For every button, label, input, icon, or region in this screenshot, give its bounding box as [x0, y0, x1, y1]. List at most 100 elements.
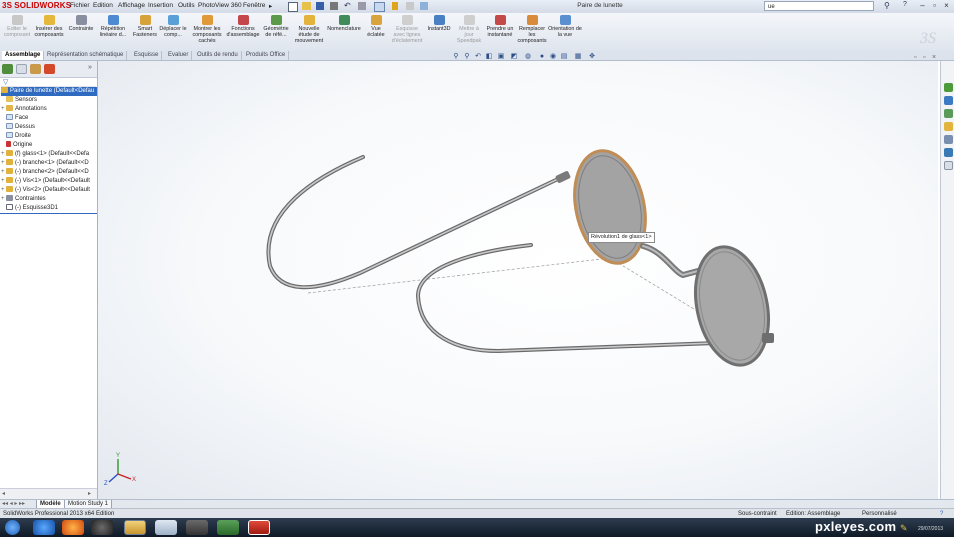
tree-item-esquisse3d1[interactable]: (-) Esquisse3D1 — [1, 204, 97, 213]
explode-line-sketch-button[interactable]: Esquisse avec lignes d'éclatement — [390, 15, 424, 44]
feature-manager-tab-icon[interactable] — [2, 64, 13, 74]
assembly-features-button[interactable]: Fonctions d'assemblage — [226, 15, 260, 38]
appearance-tab-icon[interactable] — [44, 64, 55, 74]
tree-item-dessus[interactable]: Dessus — [1, 123, 97, 132]
menu-edition[interactable]: Edition — [93, 2, 113, 9]
tree-item-glass-1[interactable]: + (f) glass<1> (Default<<Defa — [1, 150, 97, 159]
close-icon[interactable]: × — [941, 1, 952, 11]
tab-outils-de-rendu[interactable]: Outils de rendu — [194, 51, 242, 60]
new-motion-study-button[interactable]: Nouvelle étude de mouvement — [292, 15, 326, 44]
tree-item-annotations[interactable]: + Annotations — [1, 105, 97, 114]
view-orientation-button[interactable]: Orientation de la vue — [548, 15, 582, 38]
tree-item-face[interactable]: Face — [1, 114, 97, 123]
app-logo[interactable]: 3S SOLIDWORKS — [2, 1, 71, 12]
smart-fasteners-button[interactable]: Smart Fasteners — [130, 15, 160, 38]
mate-button[interactable]: Contrainte — [66, 15, 96, 32]
edit-appearance-icon[interactable]: ● — [538, 53, 546, 61]
scroll-right-icon[interactable]: ▸ — [88, 490, 91, 497]
property-manager-tab-icon[interactable] — [16, 64, 27, 74]
zoom-to-fit-icon[interactable]: ⚲ — [452, 53, 460, 61]
tree-item-sensors[interactable]: Sensors — [1, 96, 97, 105]
tree-item-vis-2[interactable]: + (-) Vis<2> (Default<<Default — [1, 186, 97, 195]
hide-show-items-icon[interactable]: ◍ — [524, 53, 532, 61]
show-hidden-components-button[interactable]: Montrer les composants cachés — [190, 15, 224, 44]
view-orientation-icon[interactable]: ▣ — [497, 53, 505, 61]
tab-representation-schematique[interactable]: Représentation schématique — [44, 51, 128, 60]
viewport-minimize-icon[interactable]: ▫ — [914, 54, 916, 61]
apply-scene-icon[interactable]: ◉ — [549, 53, 557, 61]
menu-more-icon[interactable]: ▸ — [269, 2, 272, 10]
viewport-restore-icon[interactable]: ▫ — [923, 54, 925, 61]
replace-components-button[interactable]: Remplacer les composants — [516, 15, 548, 44]
menu-insertion[interactable]: Insertion — [148, 2, 173, 9]
view-palette-icon[interactable] — [944, 135, 953, 144]
edit-component-button[interactable]: Editer le composant — [2, 15, 32, 38]
search-results-icon[interactable] — [944, 122, 953, 131]
tab-esquisse[interactable]: Esquisse — [131, 51, 163, 60]
lens-left[interactable] — [565, 144, 655, 270]
move-component-button[interactable]: Déplacer le comp... — [158, 15, 188, 38]
select-icon[interactable] — [358, 2, 366, 10]
menu-photoview[interactable]: PhotoView 360 — [198, 2, 242, 9]
minimize-icon[interactable]: – — [917, 1, 928, 11]
viewport-close-icon[interactable]: × — [932, 54, 936, 61]
insert-components-button[interactable]: Insérer des composants — [32, 15, 66, 38]
temple-arm-back[interactable] — [266, 155, 560, 290]
hinge-left[interactable] — [555, 170, 571, 183]
start-button-icon[interactable] — [5, 520, 20, 535]
bill-of-materials-button[interactable]: Nomenclature — [326, 15, 362, 32]
previous-view-icon[interactable]: ↶ — [474, 53, 482, 61]
take-snapshot-button[interactable]: Prendre un instantané — [484, 15, 516, 38]
open-folder-icon[interactable] — [302, 2, 311, 10]
file-properties-icon[interactable] — [406, 2, 414, 10]
panel-expand-icon[interactable]: » — [88, 64, 92, 71]
hinge-right[interactable] — [762, 333, 774, 343]
new-document-icon[interactable] — [288, 2, 298, 12]
reference-geometry-button[interactable]: Géométrie de réfé... — [260, 15, 292, 38]
save-icon[interactable] — [316, 2, 324, 10]
instant3d-button[interactable]: Instant3D — [424, 15, 454, 32]
file-explorer-icon[interactable] — [944, 109, 953, 118]
media-player-icon[interactable] — [91, 520, 113, 535]
render-tools-icon[interactable]: ▦ — [574, 53, 582, 61]
system-clock[interactable]: 29/07/2013 — [918, 526, 943, 532]
internet-explorer-icon[interactable] — [33, 520, 55, 535]
exploded-view-button[interactable]: Vue éclatée — [362, 15, 390, 38]
solidworks-taskbar-icon[interactable] — [248, 520, 270, 535]
app-taskbar-icon[interactable] — [217, 520, 239, 535]
tree-root-item[interactable]: Paire de lunette (Default<Defau — [1, 87, 97, 96]
menu-outils[interactable]: Outils — [178, 2, 195, 9]
display-style-icon[interactable]: ◩ — [510, 53, 518, 61]
menu-fenetre[interactable]: Fenêtre — [243, 2, 265, 9]
lens-right[interactable] — [685, 240, 778, 372]
options-icon[interactable] — [420, 2, 428, 10]
rollback-bar[interactable] — [0, 213, 97, 214]
view-settings-icon[interactable]: ▤ — [560, 53, 568, 61]
scroll-left-icon[interactable]: ◂ — [2, 490, 5, 497]
menu-fichier[interactable]: Fichier — [70, 2, 90, 9]
search-input[interactable]: ue — [764, 1, 874, 11]
game-taskbar-icon[interactable] — [186, 520, 208, 535]
traffic-light-icon[interactable] — [392, 2, 398, 10]
tab-evaluer[interactable]: Evaluer — [165, 51, 193, 60]
tab-produits-office[interactable]: Produits Office — [243, 51, 290, 60]
panel-horizontal-scrollbar[interactable]: ◂ ▸ — [0, 488, 97, 499]
glasses-model[interactable]: Y X Z — [98, 61, 938, 499]
file-explorer-taskbar-icon[interactable] — [124, 520, 146, 535]
restore-icon[interactable]: ▫ — [929, 1, 940, 11]
section-view-icon[interactable]: ◧ — [485, 53, 493, 61]
firefox-icon[interactable] — [62, 520, 84, 535]
graphics-viewport[interactable]: Y X Z — [98, 61, 938, 499]
tab-nav-icons[interactable]: ◂◂ ◂ ▸ ▸▸ — [2, 500, 25, 507]
help-icon[interactable]: ? — [903, 1, 907, 8]
document-taskbar-icon[interactable] — [155, 520, 177, 535]
tree-filter[interactable]: ▽ — [1, 78, 96, 87]
tree-item-branche-1[interactable]: + (-) branche<1> (Default<<D — [1, 159, 97, 168]
tree-item-branche-2[interactable]: + (-) branche<2> (Default<<D — [1, 168, 97, 177]
solidworks-resources-icon[interactable] — [944, 83, 953, 92]
custom-properties-icon[interactable] — [944, 161, 953, 170]
print-icon[interactable] — [330, 2, 338, 10]
tree-item-contraintes[interactable]: + Contraintes — [1, 195, 97, 204]
search-icon[interactable]: ⚲ — [884, 1, 890, 10]
tree-item-origine[interactable]: Origine — [1, 141, 97, 150]
